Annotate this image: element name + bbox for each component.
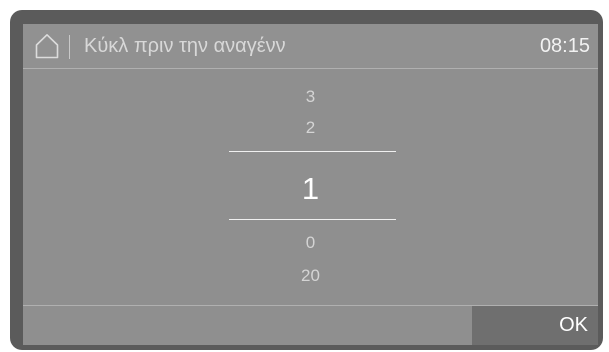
picker-value-below-2[interactable]: 20 — [23, 265, 598, 287]
header-bar: Κύκλ πριν την αναγένν 08:15 — [23, 24, 598, 68]
picker-selected-value[interactable]: 1 — [23, 171, 598, 207]
display-screen: Κύκλ πριν την αναγένν 08:15 3 2 1 0 20 O… — [23, 24, 598, 345]
selection-top-line — [229, 151, 396, 152]
picker-value-above-2[interactable]: 3 — [23, 86, 598, 108]
ok-button[interactable]: OK — [472, 306, 598, 345]
value-picker[interactable]: 3 2 1 0 20 — [23, 69, 598, 305]
picker-value-above-1[interactable]: 2 — [23, 117, 598, 139]
header-divider — [69, 35, 70, 59]
clock-time: 08:15 — [539, 35, 590, 57]
page-title: Κύκλ πριν την αναγένν — [84, 35, 286, 57]
picker-value-below-1[interactable]: 0 — [23, 232, 598, 254]
selection-bottom-line — [229, 219, 396, 220]
home-icon[interactable] — [35, 33, 59, 59]
footer-bar: OK — [23, 306, 598, 345]
